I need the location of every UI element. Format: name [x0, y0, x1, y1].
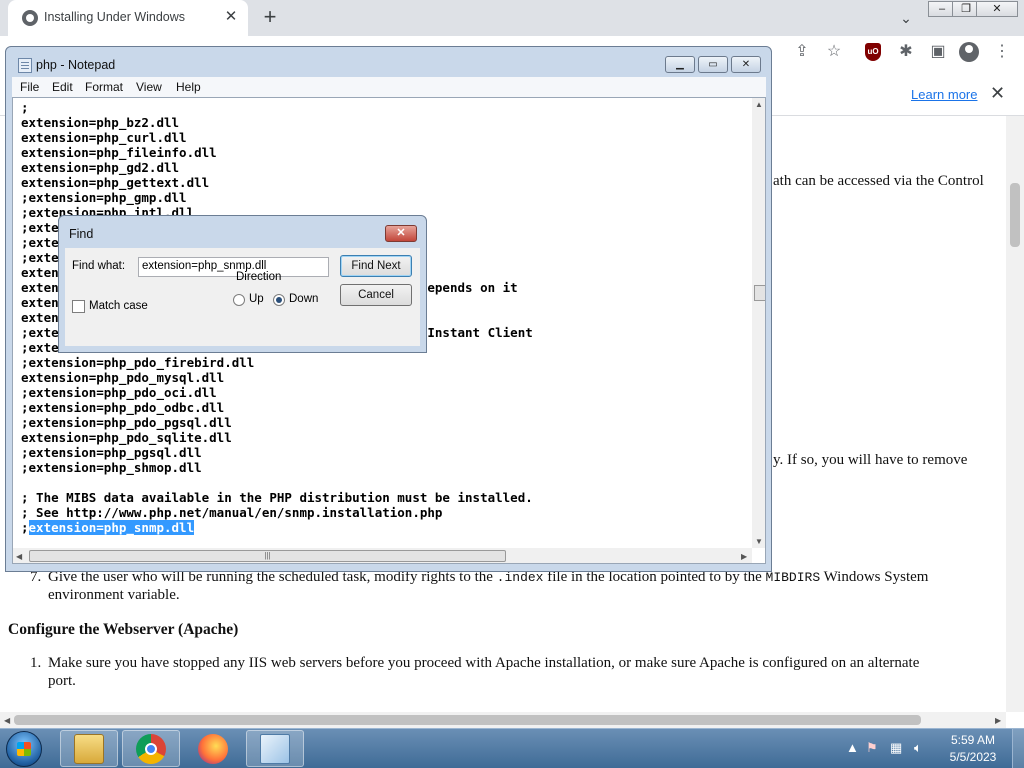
action-center-icon[interactable]: ⚑ [866, 740, 878, 756]
scroll-right-icon[interactable]: ▶ [995, 716, 1001, 725]
direction-down-label: Down [289, 293, 319, 305]
editor-vertical-scrollbar[interactable] [752, 98, 765, 548]
close-icon[interactable]: ✕ [990, 83, 1005, 104]
network-icon[interactable]: ▦ [890, 740, 902, 756]
star-icon[interactable]: ☆ [824, 42, 844, 62]
tab-title: Installing Under Windows [44, 10, 186, 24]
editor-line: extension=php_bz2.dll [21, 115, 180, 130]
new-tab-button[interactable]: + [258, 5, 282, 29]
menu-bar: File Edit Format View Help [12, 77, 766, 97]
inline-code: MIBDIRS [765, 570, 821, 585]
editor-line: ;extension=php_gmp.dll [21, 190, 187, 205]
close-button[interactable]: ✕ [731, 56, 761, 73]
editor-line: extension=php_gd2.dll [21, 160, 180, 175]
scroll-right-icon[interactable]: ▶ [741, 552, 747, 561]
editor-line: extension=php_gettext.dll [21, 175, 210, 190]
find-dialog: Find ✕ Find what: extension=php_snmp.dll… [58, 215, 427, 353]
file-explorer-icon [74, 734, 104, 764]
editor-vertical-scroll-thumb[interactable] [754, 285, 765, 301]
editor-line: ;extension=php_pdo_oci.dll [21, 385, 217, 400]
start-button[interactable] [6, 731, 42, 767]
line-prefix: ; [21, 520, 29, 535]
profile-icon[interactable] [959, 42, 979, 62]
menu-format[interactable]: Format [85, 80, 123, 94]
editor-line: ;extension=php_pdo_firebird.dll [21, 355, 255, 370]
list-item-number: 1. [30, 655, 42, 671]
browser-tab-strip: Installing Under Windows ✕ + ⌄ – ❐ ✕ [0, 0, 1024, 36]
close-window-button[interactable]: ✕ [976, 1, 1018, 17]
chrome-icon-center [145, 743, 157, 755]
browser-tab[interactable]: Installing Under Windows ✕ [8, 0, 248, 36]
editor-line: ; The MIBS data available in the PHP dis… [21, 490, 533, 505]
editor-line: extension=php_pdo_sqlite.dll [21, 430, 232, 445]
menu-edit[interactable]: Edit [52, 80, 73, 94]
menu-help[interactable]: Help [176, 80, 201, 94]
volume-icon[interactable]: 🔈︎ [914, 740, 922, 756]
editor-line: ;extension=php_pdo_pgsql.dll [21, 415, 232, 430]
match-case-checkbox[interactable] [72, 300, 85, 313]
scroll-left-icon[interactable]: ◀ [16, 552, 22, 561]
list-item-1-cont: port. [48, 673, 76, 689]
show-desktop-button[interactable] [1012, 729, 1024, 768]
page-horizontal-scroll-thumb[interactable] [14, 715, 921, 725]
direction-up-radio[interactable] [233, 294, 245, 306]
direction-label: Direction [236, 271, 282, 283]
page-vertical-scroll-thumb[interactable] [1010, 183, 1020, 247]
find-next-button[interactable]: Find Next [340, 255, 412, 277]
editor-line: ;extension=php_pgsql.dll [21, 445, 202, 460]
editor-horizontal-scroll-thumb[interactable]: ||| [29, 550, 506, 562]
editor-line: ; See http://www.php.net/manual/en/snmp.… [21, 505, 443, 520]
section-heading: Configure the Webserver (Apache) [8, 621, 239, 638]
editor-line: extension=php_curl.dll [21, 130, 187, 145]
find-what-input[interactable]: extension=php_snmp.dll [138, 257, 329, 277]
notepad-icon [18, 58, 32, 73]
match-case-label: Match case [89, 300, 148, 312]
direction-down-radio[interactable] [273, 294, 285, 306]
cancel-button[interactable]: Cancel [340, 284, 412, 306]
editor-line: extension=php_fileinfo.dll [21, 145, 217, 160]
maximize-button[interactable]: ▭ [698, 56, 728, 73]
editor-line: ;extension=php_shmop.dll [21, 460, 202, 475]
firefox-icon [198, 734, 228, 764]
menu-file[interactable]: File [20, 80, 39, 94]
direction-up-label: Up [249, 293, 264, 305]
close-button[interactable]: ✕ [385, 225, 417, 242]
clock-date[interactable]: 5/5/2023 [944, 750, 1002, 764]
page-text-line: y. If so, you will have to remove [773, 452, 968, 468]
editor-line: ;extension=php_pdo_odbc.dll [21, 400, 225, 415]
inline-code: .index [496, 570, 544, 585]
selected-text[interactable]: extension=php_snmp.dll [28, 520, 195, 535]
page-text-line: ath can be accessed via the Control [773, 173, 984, 189]
minimize-button[interactable]: ▁ [665, 56, 695, 73]
menu-view[interactable]: View [136, 80, 162, 94]
ublock-icon[interactable]: uO [865, 43, 881, 61]
chevron-down-icon[interactable]: ⌄ [896, 8, 916, 28]
clock-time[interactable]: 5:59 AM [944, 733, 1002, 747]
scroll-up-icon[interactable]: ▲ [755, 100, 763, 109]
list-item-7-cont: environment variable. [48, 587, 180, 603]
share-icon[interactable]: ⇪ [792, 42, 812, 62]
scroll-left-icon[interactable]: ◀ [4, 716, 10, 725]
dialog-title: Find [69, 227, 94, 241]
menu-icon[interactable]: ⋮ [992, 42, 1012, 62]
sidepanel-icon[interactable]: ▣ [928, 42, 948, 62]
globe-icon [22, 10, 38, 26]
find-dialog-body: Find what: extension=php_snmp.dll Find N… [65, 248, 420, 346]
extensions-icon[interactable]: ✱ [896, 42, 916, 62]
scroll-down-icon[interactable]: ▼ [755, 537, 763, 546]
list-item-1: Make sure you have stopped any IIS web s… [48, 655, 920, 671]
close-tab-icon[interactable]: ✕ [222, 8, 240, 26]
editor-line: ; [21, 100, 29, 115]
editor-line: extension=php_pdo_mysql.dll [21, 370, 225, 385]
notepad-icon [260, 734, 290, 764]
editor-line: ;extension=php_snmp.dll [21, 520, 533, 535]
show-hidden-icons[interactable]: ▲ [846, 740, 859, 755]
find-what-label: Find what: [72, 260, 126, 272]
learn-more-link[interactable]: Learn more [911, 87, 977, 102]
window-title: php - Notepad [36, 58, 116, 72]
